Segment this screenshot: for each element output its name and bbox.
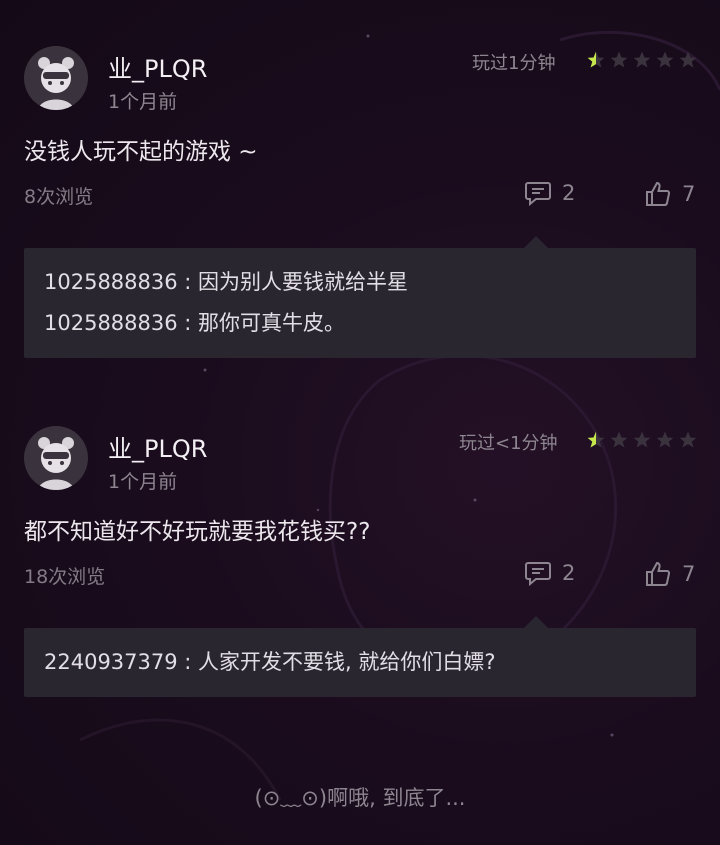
like-count: 7 xyxy=(682,562,696,586)
star-empty-icon xyxy=(679,51,697,68)
star-empty-icon xyxy=(679,431,697,448)
star-empty-icon xyxy=(633,431,651,448)
comment-icon xyxy=(525,562,551,586)
review-content[interactable]: 没钱人玩不起的游戏 ~ xyxy=(24,132,258,166)
avatar[interactable] xyxy=(24,426,88,490)
username[interactable]: 业_PLQR xyxy=(108,429,207,464)
reply-box: 2240937379 : 人家开发不要钱, 就给你们白嫖? xyxy=(24,616,696,697)
star-empty-icon xyxy=(656,431,674,448)
avatar-icon xyxy=(24,426,88,490)
star-empty-icon xyxy=(610,431,628,448)
star-empty-icon xyxy=(633,51,651,68)
thumbs-up-icon xyxy=(646,181,671,206)
comment-count: 2 xyxy=(562,561,576,585)
view-count: 8次浏览 xyxy=(24,186,94,208)
background-decoration xyxy=(79,30,720,801)
star-empty-icon xyxy=(610,51,628,68)
star-empty-icon xyxy=(656,51,674,68)
play-time: 玩过<1分钟 xyxy=(459,433,558,454)
view-count: 18次浏览 xyxy=(24,566,106,588)
post-time: 1个月前 xyxy=(108,471,178,493)
username[interactable]: 业_PLQR xyxy=(108,49,207,84)
star-rating xyxy=(586,50,698,70)
like-button[interactable]: 7 xyxy=(644,560,695,588)
like-button[interactable]: 7 xyxy=(644,180,695,208)
end-of-list-text: (⊙﹏⊙)啊哦, 到底了... xyxy=(254,786,466,810)
avatar-icon xyxy=(24,46,88,110)
like-count: 7 xyxy=(682,182,696,206)
reply-item[interactable]: 2240937379 : 人家开发不要钱, 就给你们白嫖? xyxy=(44,642,676,683)
comment-button[interactable]: 2 xyxy=(524,560,575,586)
avatar[interactable] xyxy=(24,46,88,110)
reply-item[interactable]: 1025888836 : 因为别人要钱就给半星 xyxy=(44,262,676,303)
reply-item[interactable]: 1025888836 : 那你可真牛皮。 xyxy=(44,303,676,344)
reply-box: 1025888836 : 因为别人要钱就给半星 1025888836 : 那你可… xyxy=(24,236,696,358)
star-half-icon xyxy=(587,431,605,448)
comment-count: 2 xyxy=(562,181,576,205)
star-half-icon xyxy=(587,51,605,68)
star-rating xyxy=(586,430,698,450)
comment-button[interactable]: 2 xyxy=(524,180,575,206)
post-time: 1个月前 xyxy=(108,91,178,113)
play-time: 玩过1分钟 xyxy=(472,53,556,74)
thumbs-up-icon xyxy=(646,561,671,586)
review-content[interactable]: 都不知道好不好玩就要我花钱买?? xyxy=(24,512,370,546)
comment-icon xyxy=(525,182,551,206)
